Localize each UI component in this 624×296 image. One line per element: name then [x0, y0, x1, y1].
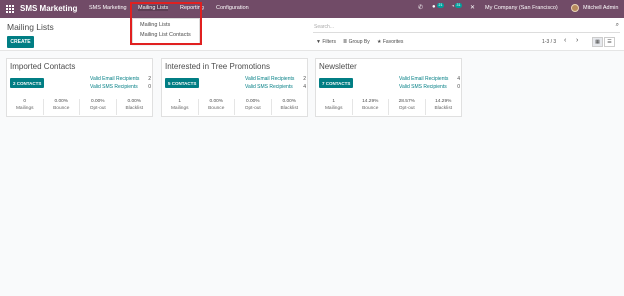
groupby-button[interactable]: ≣ Group By	[343, 39, 370, 45]
stat-value: 14.29%	[362, 99, 379, 104]
stat-value: 0.00%	[90, 99, 105, 104]
stat-mailings[interactable]: 1 Mailings	[162, 99, 199, 115]
dropdown-item-mailing-list-contacts[interactable]: Mailing List Contacts	[140, 32, 191, 38]
mailing-lists-dropdown: Mailing Lists Mailing List Contacts	[132, 18, 200, 44]
apps-grid-icon[interactable]	[6, 5, 14, 13]
filters-label: Filters	[322, 39, 336, 45]
stat-value: 0.00%	[282, 99, 297, 104]
card-title: Interested in Tree Promotions	[165, 62, 270, 71]
groupby-label: Group By	[348, 39, 370, 45]
valid-email-label[interactable]: Valid Email Recipients	[399, 76, 448, 82]
kanban-view-button[interactable]: ▦	[592, 37, 603, 47]
kanban-icon: ▦	[595, 39, 600, 45]
stat-mailings[interactable]: 0 Mailings	[7, 99, 44, 115]
valid-sms-label[interactable]: Valid SMS Recipients	[245, 84, 293, 90]
valid-email-count: 4	[457, 76, 460, 82]
avatar[interactable]	[571, 4, 579, 12]
search-placeholder: Search...	[314, 24, 335, 30]
favorites-label: Favorites	[382, 39, 404, 45]
stat-label: Bounce	[53, 106, 70, 111]
contacts-button[interactable]: 7 CONTACTS	[319, 78, 354, 88]
chevron-left-icon[interactable]: ‹	[564, 37, 566, 44]
mailing-list-card[interactable]: Imported Contacts 2 CONTACTS Valid Email…	[6, 58, 153, 117]
mailing-list-card[interactable]: Newsletter 7 CONTACTS Valid Email Recipi…	[315, 58, 462, 117]
company-switcher[interactable]: My Company (San Francisco)	[485, 5, 558, 11]
stat-blacklist[interactable]: 14.29% Blacklist	[426, 99, 462, 115]
stat-label: Mailings	[170, 106, 189, 111]
stat-value: 0.00%	[245, 99, 260, 104]
filter-icon: ▼	[316, 39, 321, 45]
valid-email-label[interactable]: Valid Email Recipients	[245, 76, 294, 82]
page-title: Mailing Lists	[7, 22, 54, 32]
debug-tools-icon[interactable]: ✕	[470, 4, 475, 11]
card-stats: 1 Mailings 14.29% Bounce 28.57% Opt-out 14.…	[316, 99, 461, 115]
phone-icon[interactable]: ✆	[418, 4, 423, 11]
groupby-icon: ≣	[343, 39, 348, 45]
menu-sms-marketing[interactable]: SMS Marketing	[89, 5, 127, 11]
stat-mailings[interactable]: 1 Mailings	[316, 99, 353, 115]
stat-label: Bounce	[208, 106, 225, 111]
stat-label: Opt-out	[89, 106, 106, 111]
stat-optout[interactable]: 0.00% Opt-out	[80, 99, 117, 115]
stat-label: Mailings	[324, 106, 343, 111]
stat-optout[interactable]: 0.00% Opt-out	[235, 99, 272, 115]
stat-bounce[interactable]: 0.00% Bounce	[199, 99, 235, 115]
filters-button[interactable]: ▼ Filters	[316, 39, 336, 45]
stat-blacklist[interactable]: 0.00% Blacklist	[272, 99, 308, 115]
stat-label: Mailings	[15, 106, 34, 111]
card-title: Imported Contacts	[10, 62, 76, 71]
valid-email-count: 2	[303, 76, 306, 82]
stat-bounce[interactable]: 0.00% Bounce	[44, 99, 80, 115]
search-icon[interactable]: ⌕	[616, 22, 619, 29]
stat-label: Opt-out	[244, 106, 261, 111]
contacts-button[interactable]: 2 CONTACTS	[10, 78, 45, 88]
card-stats: 1 Mailings 0.00% Bounce 0.00% Opt-out 0.00%…	[162, 99, 307, 115]
search-input[interactable]: Search... ⌕	[313, 22, 620, 33]
menu-mailing-lists[interactable]: Mailing Lists	[138, 5, 169, 11]
stat-bounce[interactable]: 14.29% Bounce	[353, 99, 389, 115]
messages-icon[interactable]: ●	[432, 4, 436, 10]
stat-blacklist[interactable]: 0.00% Blacklist	[117, 99, 153, 115]
valid-sms-count: 0	[148, 84, 151, 90]
stat-optout[interactable]: 28.57% Opt-out	[389, 99, 426, 115]
stat-label: Blacklist	[280, 106, 299, 111]
stat-value: 0.00%	[209, 99, 224, 104]
stat-value: 14.29%	[435, 99, 452, 104]
stat-label: Opt-out	[398, 106, 415, 111]
mailing-list-card[interactable]: Interested in Tree Promotions 5 CONTACTS…	[161, 58, 308, 117]
menu-configuration[interactable]: Configuration	[216, 5, 249, 11]
stat-value: 0.00%	[127, 99, 142, 104]
app-name[interactable]: SMS Marketing	[20, 4, 77, 13]
top-navbar: SMS Marketing SMS Marketing Mailing List…	[0, 0, 624, 18]
card-title: Newsletter	[319, 62, 357, 71]
pager-value[interactable]: 1-3 / 3	[542, 39, 556, 45]
messages-badge: 21	[437, 3, 444, 8]
create-button[interactable]: CREATE	[7, 36, 34, 48]
stat-label: Blacklist	[125, 106, 144, 111]
stat-value: 28.57%	[398, 99, 415, 104]
contacts-button[interactable]: 5 CONTACTS	[165, 78, 200, 88]
valid-sms-count: 4	[303, 84, 306, 90]
list-icon: ☰	[607, 39, 612, 45]
stat-value: 0	[23, 99, 27, 104]
stat-value: 1	[332, 99, 336, 104]
stat-value: 0.00%	[54, 99, 69, 104]
menu-reporting[interactable]: Reporting	[180, 5, 204, 11]
card-stats: 0 Mailings 0.00% Bounce 0.00% Opt-out 0.00%…	[7, 99, 152, 115]
activities-badge: 31	[455, 3, 462, 8]
valid-email-label[interactable]: Valid Email Recipients	[90, 76, 139, 82]
stat-value: 1	[178, 99, 182, 104]
favorites-button[interactable]: ★ Favorites	[377, 39, 403, 45]
valid-sms-count: 0	[457, 84, 460, 90]
valid-email-count: 2	[148, 76, 151, 82]
valid-sms-label[interactable]: Valid SMS Recipients	[399, 84, 447, 90]
dropdown-item-mailing-lists[interactable]: Mailing Lists	[140, 22, 170, 28]
user-menu[interactable]: Mitchell Admin	[583, 5, 618, 11]
list-view-button[interactable]: ☰	[604, 37, 615, 47]
valid-sms-label[interactable]: Valid SMS Recipients	[90, 84, 138, 90]
chevron-right-icon[interactable]: ›	[576, 37, 578, 44]
stat-label: Bounce	[362, 106, 379, 111]
star-icon: ★	[377, 39, 382, 45]
stat-label: Blacklist	[434, 106, 453, 111]
